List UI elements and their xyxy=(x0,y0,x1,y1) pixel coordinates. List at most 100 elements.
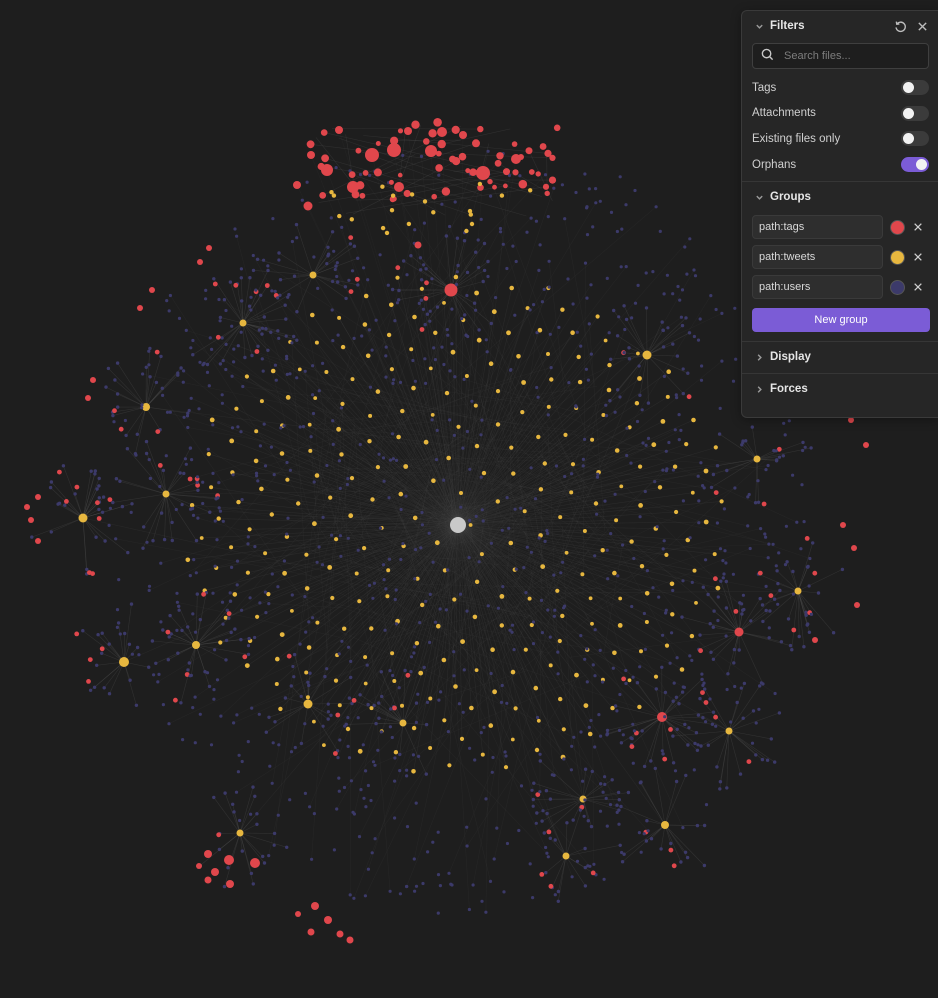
graph-node-user[interactable] xyxy=(757,707,761,711)
graph-node-user[interactable] xyxy=(474,514,478,519)
graph-node-user[interactable] xyxy=(413,645,417,649)
graph-node-user[interactable] xyxy=(414,548,418,552)
graph-node-user[interactable] xyxy=(484,910,488,914)
graph-node-tweet[interactable] xyxy=(582,529,587,533)
graph-node-tweet[interactable] xyxy=(367,439,372,444)
graph-node-user[interactable] xyxy=(500,528,504,532)
graph-node-tweet[interactable] xyxy=(305,695,310,700)
graph-node-user[interactable] xyxy=(321,724,325,728)
graph-node-tag[interactable] xyxy=(165,629,171,635)
graph-node-user[interactable] xyxy=(750,425,754,429)
graph-node-tag[interactable] xyxy=(74,484,80,490)
graph-node-tweet[interactable] xyxy=(713,445,718,450)
graph-node-user[interactable] xyxy=(674,393,678,397)
graph-node-user[interactable] xyxy=(358,172,363,177)
graph-node-user[interactable] xyxy=(635,681,640,685)
graph-node-user[interactable] xyxy=(267,715,271,719)
graph-node-tweet[interactable] xyxy=(398,491,404,497)
graph-node-user[interactable] xyxy=(639,780,643,784)
graph-node-user[interactable] xyxy=(217,297,221,302)
graph-node-user[interactable] xyxy=(142,525,146,529)
graph-node-tag[interactable] xyxy=(804,536,810,541)
graph-node-user[interactable] xyxy=(629,461,633,465)
graph-node-tweet[interactable] xyxy=(510,669,516,675)
graph-node-user[interactable] xyxy=(356,283,360,287)
graph-node-tag[interactable] xyxy=(433,118,442,127)
graph-node-user[interactable] xyxy=(189,507,193,511)
graph-node-tweet[interactable] xyxy=(345,726,351,732)
graph-node-tweet[interactable] xyxy=(664,552,669,558)
graph-node-user[interactable] xyxy=(382,578,386,582)
graph-node-hub[interactable] xyxy=(119,657,129,667)
graph-node-tag[interactable] xyxy=(348,171,356,179)
graph-node-user[interactable] xyxy=(724,579,728,584)
graph-node-user[interactable] xyxy=(552,186,556,190)
graph-node-user[interactable] xyxy=(111,413,115,418)
graph-node-user[interactable] xyxy=(177,608,181,612)
graph-node-tweet[interactable] xyxy=(434,540,440,546)
graph-node-tag[interactable] xyxy=(149,287,155,293)
graph-node-user[interactable] xyxy=(462,377,466,381)
graph-node-tag[interactable] xyxy=(548,176,557,184)
graph-node-user[interactable] xyxy=(246,535,250,539)
graph-node-user[interactable] xyxy=(343,285,348,289)
graph-node-user[interactable] xyxy=(183,457,187,461)
graph-node-user[interactable] xyxy=(697,499,701,503)
graph-node-user[interactable] xyxy=(362,796,366,800)
graph-node-tag[interactable] xyxy=(525,147,533,155)
graph-node-user[interactable] xyxy=(698,696,702,701)
graph-node-tweet[interactable] xyxy=(490,647,495,652)
graph-node-user[interactable] xyxy=(546,855,550,859)
graph-node-user[interactable] xyxy=(114,477,119,481)
graph-node-tag[interactable] xyxy=(173,697,178,703)
graph-node-user[interactable] xyxy=(191,353,195,357)
graph-node-user[interactable] xyxy=(688,536,692,540)
graph-node-user[interactable] xyxy=(251,882,255,886)
graph-node-tag[interactable] xyxy=(64,499,69,504)
graph-node-tweet[interactable] xyxy=(390,193,396,198)
graph-node-user[interactable] xyxy=(207,384,211,388)
graph-node-user[interactable] xyxy=(134,453,138,457)
graph-node-tag[interactable] xyxy=(215,334,221,340)
graph-node-tag[interactable] xyxy=(99,646,105,652)
graph-node-user[interactable] xyxy=(100,631,104,635)
graph-node-user[interactable] xyxy=(782,421,786,425)
graph-node-user[interactable] xyxy=(720,311,724,315)
graph-node-user[interactable] xyxy=(288,372,292,376)
graph-node-user[interactable] xyxy=(589,352,594,356)
graph-node-tag[interactable] xyxy=(713,490,719,495)
graph-node-user[interactable] xyxy=(144,439,149,444)
graph-node-user[interactable] xyxy=(168,293,172,298)
graph-node-user[interactable] xyxy=(294,222,299,227)
graph-node-user[interactable] xyxy=(184,328,188,332)
graph-node-user[interactable] xyxy=(632,556,636,561)
graph-node-user[interactable] xyxy=(586,819,590,823)
graph-node-user[interactable] xyxy=(246,652,251,657)
graph-node-tweet[interactable] xyxy=(369,626,374,631)
graph-node-tweet[interactable] xyxy=(340,401,345,406)
graph-node-tweet[interactable] xyxy=(229,438,235,444)
graph-node-user[interactable] xyxy=(239,430,243,434)
graph-node-user[interactable] xyxy=(168,613,172,618)
new-group-button[interactable]: New group xyxy=(752,308,930,333)
graph-node-user[interactable] xyxy=(236,770,240,774)
graph-node-tag[interactable] xyxy=(87,657,93,662)
graph-node-tweet[interactable] xyxy=(703,519,709,525)
graph-node-tag[interactable] xyxy=(35,494,41,500)
graph-node-user[interactable] xyxy=(457,702,461,706)
graph-node-user[interactable] xyxy=(383,628,387,632)
graph-node-user[interactable] xyxy=(546,413,550,417)
graph-node-user[interactable] xyxy=(709,294,713,298)
graph-node-user[interactable] xyxy=(574,190,578,195)
graph-node-user[interactable] xyxy=(601,790,605,794)
graph-node-user[interactable] xyxy=(554,464,559,468)
graph-node-tweet[interactable] xyxy=(523,647,528,652)
graph-node-user[interactable] xyxy=(720,359,724,363)
graph-node-tweet[interactable] xyxy=(503,765,509,770)
graph-node-user[interactable] xyxy=(571,818,575,822)
graph-node-user[interactable] xyxy=(273,289,277,293)
graph-node-user[interactable] xyxy=(379,670,383,674)
graph-node-tweet[interactable] xyxy=(389,367,394,372)
graph-node-user[interactable] xyxy=(518,174,522,178)
graph-node-tag[interactable] xyxy=(425,145,437,157)
